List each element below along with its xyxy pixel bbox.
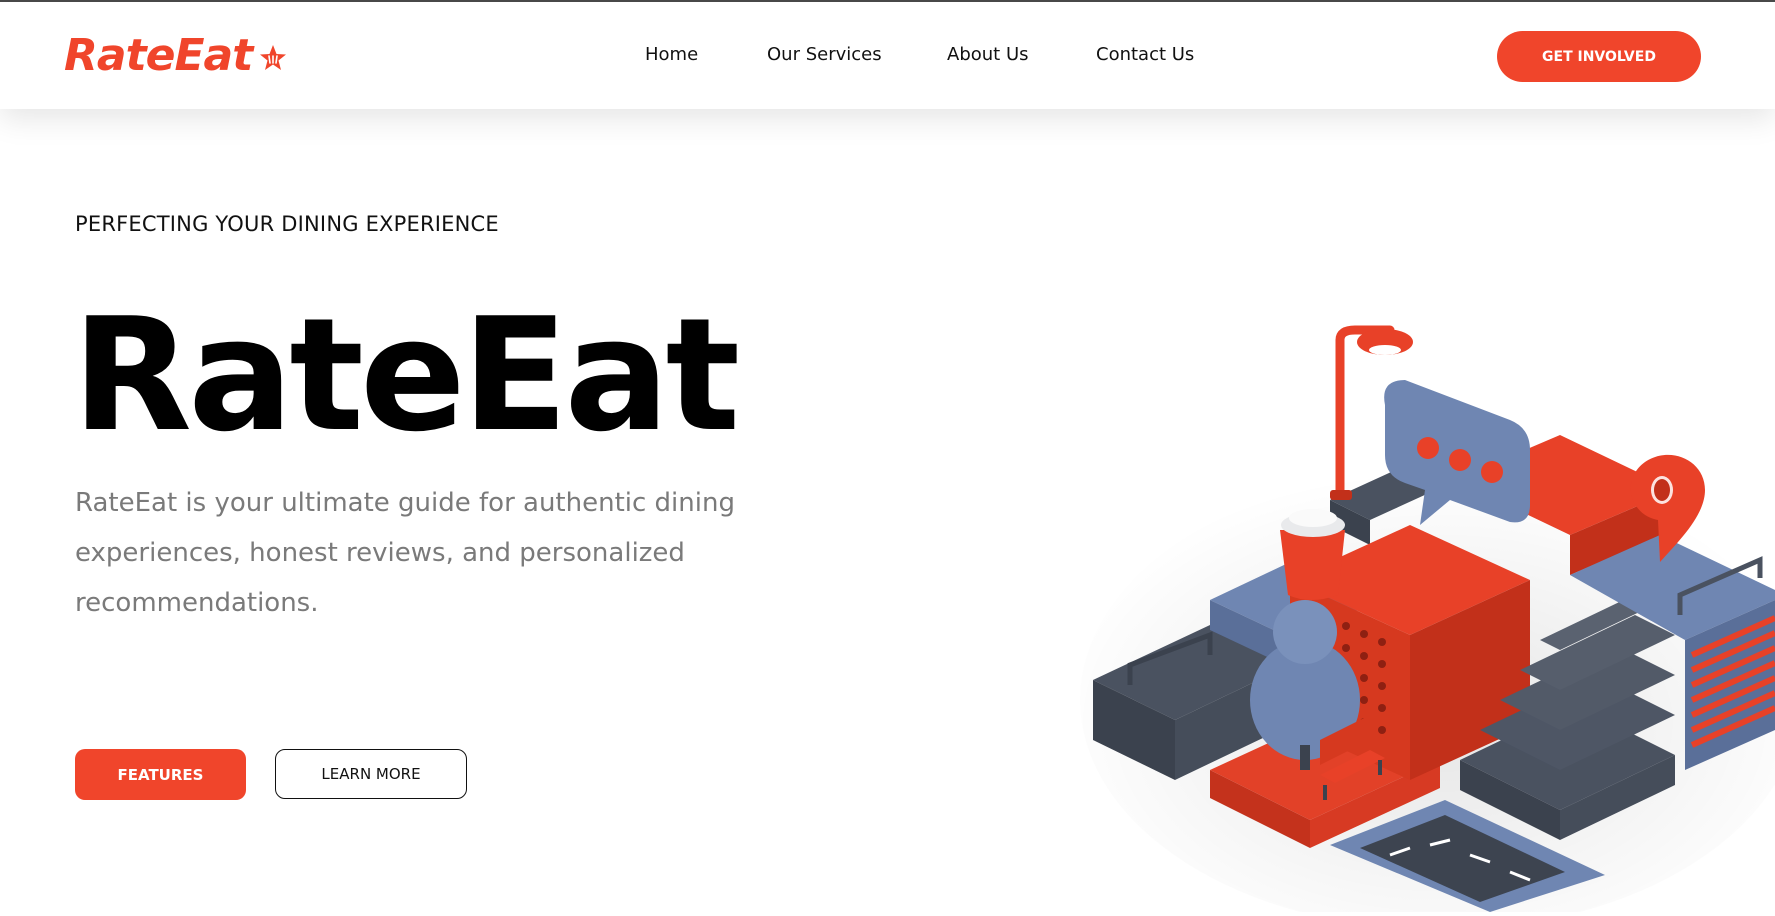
features-button[interactable]: FEATURES: [75, 749, 246, 800]
star-logo-icon: [258, 43, 288, 77]
brand-logo[interactable]: RateEat: [64, 30, 288, 81]
nav-home[interactable]: Home: [645, 44, 698, 65]
hero-eyebrow: PERFECTING YOUR DINING EXPERIENCE: [75, 212, 499, 236]
nav-our-services[interactable]: Our Services: [767, 44, 882, 65]
isometric-city-block-illustration: [1060, 300, 1775, 916]
hero-title: RateEat: [72, 284, 740, 466]
hero-description: RateEat is your ultimate guide for authe…: [75, 488, 735, 618]
nav-about-us[interactable]: About Us: [947, 44, 1029, 65]
get-involved-button[interactable]: GET INVOLVED: [1497, 31, 1701, 82]
nav-contact-us[interactable]: Contact Us: [1096, 44, 1194, 65]
learn-more-button[interactable]: LEARN MORE: [275, 749, 467, 799]
site-header: RateEat Home Our Services About Us Conta…: [0, 2, 1775, 109]
logo-wordmark: RateEat: [64, 30, 253, 81]
